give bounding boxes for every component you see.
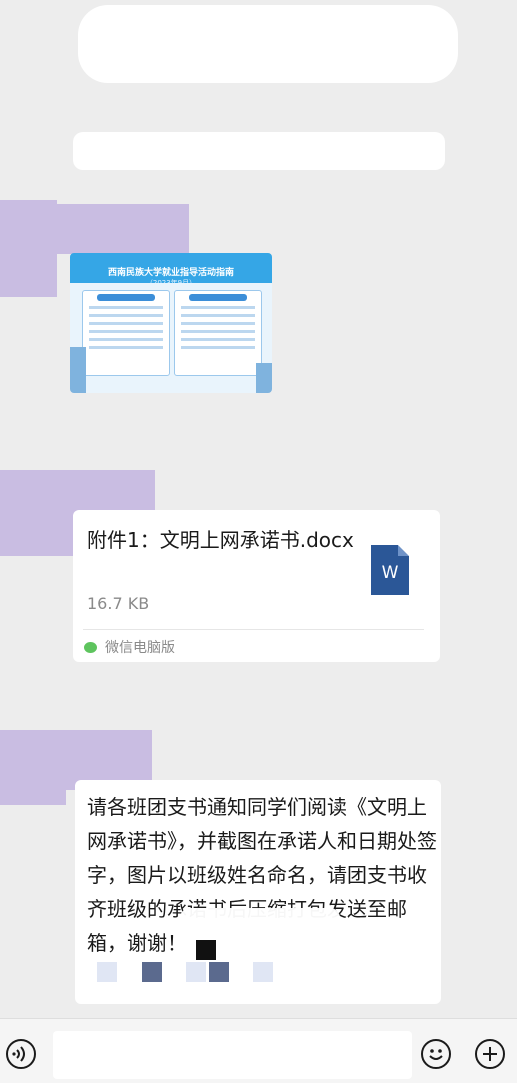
redacted-header-line <box>73 132 445 170</box>
building-graphic <box>70 347 86 393</box>
redaction-square <box>142 962 162 982</box>
image-panel-left <box>82 290 170 376</box>
plus-icon[interactable] <box>475 1039 505 1069</box>
image-title: 西南民族大学就业指导活动指南 <box>107 268 234 278</box>
message-input[interactable] <box>53 1031 412 1079</box>
avatar-overlay <box>55 204 189 254</box>
voice-icon[interactable] <box>6 1039 36 1069</box>
file-source-label: 微信电脑版 <box>105 640 175 656</box>
redaction-square <box>196 940 216 960</box>
redaction-square <box>97 962 117 982</box>
avatar-overlay <box>0 790 66 805</box>
wechat-icon <box>84 641 97 653</box>
redaction-square <box>209 962 229 982</box>
image-panel-right <box>174 290 262 376</box>
redaction-square <box>186 962 206 982</box>
image-subtitle: （2023年9月） <box>145 279 197 287</box>
building-graphic <box>256 363 272 393</box>
avatar[interactable] <box>0 200 57 297</box>
emoji-icon[interactable] <box>421 1039 451 1069</box>
image-message[interactable]: 西南民族大学就业指导活动指南 （2023年9月） <box>70 253 272 393</box>
redaction-square <box>253 962 273 982</box>
word-document-icon: W <box>371 545 409 595</box>
word-letter: W <box>381 563 399 583</box>
divider <box>83 629 424 630</box>
file-size: 16.7 KB <box>87 594 150 613</box>
file-source: 微信电脑版 <box>84 637 175 657</box>
file-message[interactable]: 附件1：文明上网承诺书.docx 16.7 KB W 微信电脑版 <box>73 510 440 662</box>
input-bar <box>0 1018 517 1083</box>
file-name: 附件1：文明上网承诺书.docx <box>87 528 354 552</box>
redacted-header <box>78 5 458 83</box>
